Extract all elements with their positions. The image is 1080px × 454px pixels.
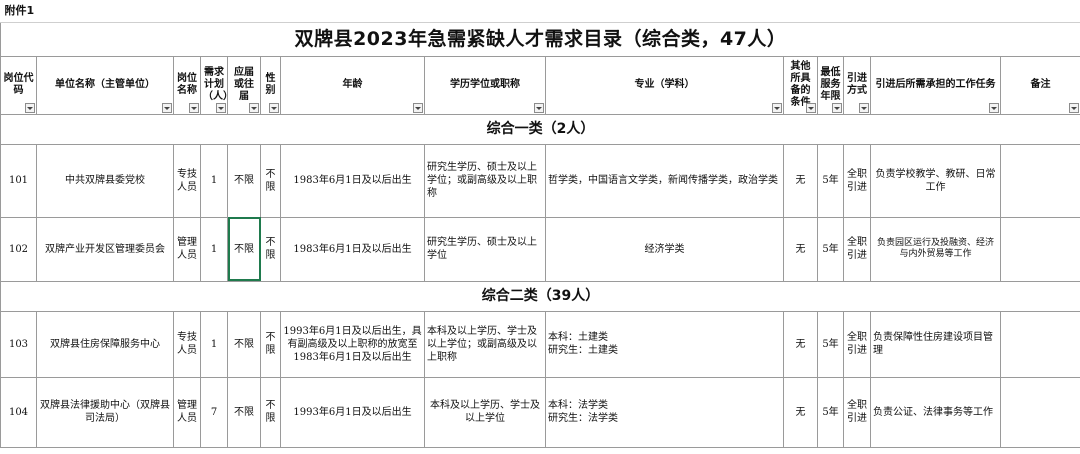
cell-age[interactable]: 1983年6月1日及以后出生 — [280, 143, 425, 218]
cell-min-service-years[interactable]: 5年 — [817, 376, 844, 448]
header-min-service-years[interactable]: 最低服务年限 — [817, 55, 844, 115]
cell-post-code[interactable]: 103 — [0, 310, 37, 378]
filter-dropdown-icon[interactable] — [859, 102, 869, 113]
header-unit-name[interactable]: 单位名称（主管单位） — [36, 55, 174, 115]
header-graduate-status[interactable]: 应届或往届 — [227, 55, 261, 115]
cell-post-name[interactable]: 管理人员 — [173, 216, 201, 282]
header-post-code[interactable]: 岗位代码 — [0, 55, 37, 115]
filter-dropdown-icon[interactable] — [249, 102, 259, 113]
cell-post-code[interactable]: 104 — [0, 376, 37, 448]
cell-education[interactable]: 本科及以上学历、学士及以上学位 — [424, 376, 546, 448]
cell-recruit-method[interactable]: 全职引进 — [843, 143, 871, 218]
cell-plan-count[interactable]: 1 — [200, 216, 228, 282]
major-postgrad: 研究生：土建类 — [548, 345, 618, 356]
cell-age[interactable]: 1983年6月1日及以后出生 — [280, 216, 425, 282]
filter-dropdown-icon[interactable] — [189, 102, 199, 113]
spreadsheet-sheet: 附件1 双牌县2023年急需紧缺人才需求目录（综合类，47人） 岗位代码 单位名… — [0, 0, 1080, 454]
filter-dropdown-icon[interactable] — [989, 102, 999, 113]
section-header[interactable]: 综合二类（39人） — [0, 280, 1080, 312]
cell-duties[interactable]: 负责学校教学、教研、日常工作 — [870, 143, 1001, 218]
filter-dropdown-icon[interactable] — [534, 102, 544, 113]
header-major[interactable]: 专业（学科） — [545, 55, 784, 115]
header-other-conditions[interactable]: 其他所具备的条件 — [783, 55, 818, 115]
cell-major[interactable]: 哲学类，中国语言文学类，新闻传播学类，政治学类 — [545, 143, 784, 218]
cell-unit-name[interactable]: 双牌县法律援助中心（双牌县司法局） — [36, 376, 174, 448]
talent-demand-table: 附件1 双牌县2023年急需紧缺人才需求目录（综合类，47人） 岗位代码 单位名… — [0, 0, 1080, 448]
cell-gender[interactable]: 不限 — [260, 376, 281, 448]
cell-unit-name[interactable]: 中共双牌县委党校 — [36, 143, 174, 218]
header-post-name[interactable]: 岗位名称 — [173, 55, 201, 115]
cell-plan-count[interactable]: 7 — [200, 376, 228, 448]
attachment-label: 附件1 — [0, 0, 1080, 23]
cell-other-conditions[interactable]: 无 — [783, 143, 818, 218]
cell-education[interactable]: 本科及以上学历、学士及以上学位；或副高级及以上职称 — [424, 310, 546, 378]
cell-post-name[interactable]: 专技人员 — [173, 310, 201, 378]
cell-age[interactable]: 1993年6月1日及以后出生 — [280, 376, 425, 448]
cell-unit-name[interactable]: 双牌产业开发区管理委员会 — [36, 216, 174, 282]
filter-dropdown-icon[interactable] — [832, 102, 842, 113]
cell-min-service-years[interactable]: 5年 — [817, 216, 844, 282]
cell-other-conditions[interactable]: 无 — [783, 310, 818, 378]
cell-remarks[interactable] — [1000, 216, 1080, 282]
header-education[interactable]: 学历学位或职称 — [424, 55, 546, 115]
cell-major[interactable]: 经济学类 — [545, 216, 784, 282]
cell-graduate-status-selected[interactable]: 不限 — [227, 216, 261, 282]
table-row: 104 双牌县法律援助中心（双牌县司法局） 管理人员 7 不限 不限 1993年… — [0, 376, 1080, 448]
header-remarks[interactable]: 备注 — [1000, 55, 1080, 115]
cell-plan-count[interactable]: 1 — [200, 310, 228, 378]
filter-dropdown-icon[interactable] — [772, 102, 782, 113]
cell-graduate-status[interactable]: 不限 — [227, 143, 261, 218]
header-recruit-method[interactable]: 引进方式 — [843, 55, 871, 115]
filter-dropdown-icon[interactable] — [806, 102, 816, 113]
table-row: 103 双牌县住房保障服务中心 专技人员 1 不限 不限 1993年6月1日及以… — [0, 310, 1080, 378]
filter-dropdown-icon[interactable] — [162, 102, 172, 113]
major-undergrad: 本科：法学类 — [548, 400, 608, 411]
cell-graduate-status[interactable]: 不限 — [227, 376, 261, 448]
cell-duties[interactable]: 负责公证、法律事务等工作 — [870, 376, 1001, 448]
cell-major[interactable]: 本科：法学类 研究生：法学类 — [545, 376, 784, 448]
cell-post-name[interactable]: 管理人员 — [173, 376, 201, 448]
cell-plan-count[interactable]: 1 — [200, 143, 228, 218]
cell-education[interactable]: 研究生学历、硕士及以上学位；或副高级及以上职称 — [424, 143, 546, 218]
cell-remarks[interactable] — [1000, 310, 1080, 378]
filter-dropdown-icon[interactable] — [269, 102, 279, 113]
cell-recruit-method[interactable]: 全职引进 — [843, 310, 871, 378]
cell-education[interactable]: 研究生学历、硕士及以上学位 — [424, 216, 546, 282]
cell-recruit-method[interactable]: 全职引进 — [843, 376, 871, 448]
header-plan-count[interactable]: 需求计划（人） — [200, 55, 228, 115]
header-row: 岗位代码 单位名称（主管单位） 岗位名称 需求计划（人） 应届或往届 性别 年龄… — [0, 55, 1080, 115]
filter-dropdown-icon[interactable] — [25, 102, 35, 113]
cell-recruit-method[interactable]: 全职引进 — [843, 216, 871, 282]
cell-major[interactable]: 本科：土建类 研究生：土建类 — [545, 310, 784, 378]
cell-graduate-status[interactable]: 不限 — [227, 310, 261, 378]
cell-duties[interactable]: 负责保障性住房建设项目管理 — [870, 310, 1001, 378]
cell-gender[interactable]: 不限 — [260, 310, 281, 378]
header-gender[interactable]: 性别 — [260, 55, 281, 115]
cell-min-service-years[interactable]: 5年 — [817, 310, 844, 378]
filter-dropdown-icon[interactable] — [216, 102, 226, 113]
filter-dropdown-icon[interactable] — [413, 102, 423, 113]
cell-remarks[interactable] — [1000, 143, 1080, 218]
cell-post-code[interactable]: 101 — [0, 143, 37, 218]
cell-unit-name[interactable]: 双牌县住房保障服务中心 — [36, 310, 174, 378]
cell-gender[interactable]: 不限 — [260, 143, 281, 218]
major-undergrad: 本科：土建类 — [548, 332, 608, 343]
cell-duties[interactable]: 负责园区运行及投融资、经济与内外贸易等工作 — [870, 216, 1001, 282]
cell-post-name[interactable]: 专技人员 — [173, 143, 201, 218]
cell-age[interactable]: 1993年6月1日及以后出生，具有副高级及以上职称的放宽至1983年6月1日及以… — [280, 310, 425, 378]
cell-gender[interactable]: 不限 — [260, 216, 281, 282]
cell-post-code[interactable]: 102 — [0, 216, 37, 282]
cell-remarks[interactable] — [1000, 376, 1080, 448]
table-title: 双牌县2023年急需紧缺人才需求目录（综合类，47人） — [0, 21, 1080, 57]
header-age[interactable]: 年龄 — [280, 55, 425, 115]
header-duties[interactable]: 引进后所需承担的工作任务 — [870, 55, 1001, 115]
cell-min-service-years[interactable]: 5年 — [817, 143, 844, 218]
major-postgrad: 研究生：法学类 — [548, 413, 618, 424]
table-row: 101 中共双牌县委党校 专技人员 1 不限 不限 1983年6月1日及以后出生… — [0, 143, 1080, 218]
section-header[interactable]: 综合一类（2人） — [0, 113, 1080, 145]
table-row: 102 双牌产业开发区管理委员会 管理人员 1 不限 不限 1983年6月1日及… — [0, 216, 1080, 282]
cell-other-conditions[interactable]: 无 — [783, 376, 818, 448]
cell-other-conditions[interactable]: 无 — [783, 216, 818, 282]
filter-dropdown-icon[interactable] — [1069, 102, 1079, 113]
